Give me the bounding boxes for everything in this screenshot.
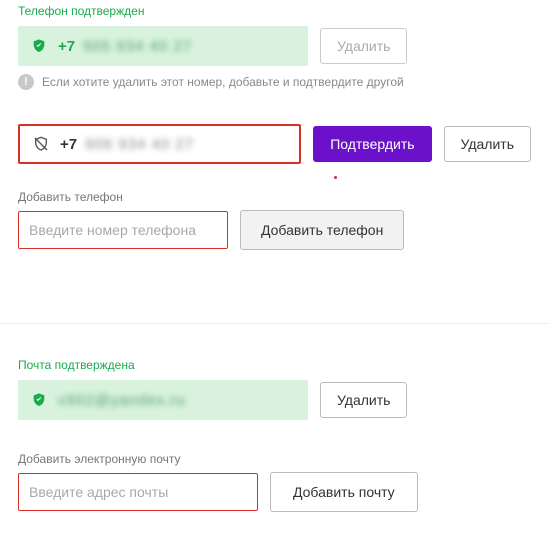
- shield-off-icon: [32, 135, 50, 153]
- email-confirmed-row: v902@yandex.ru Удалить: [18, 380, 531, 420]
- email-section: Почта подтверждена v902@yandex.ru Удалит…: [0, 354, 549, 540]
- phone-section: Телефон подтвержден +7 905 934 40 27 Уда…: [0, 0, 549, 278]
- phone-confirmed-status: Телефон подтвержден: [18, 4, 531, 18]
- add-phone-button[interactable]: Добавить телефон: [240, 210, 404, 250]
- shield-check-icon: [30, 37, 48, 55]
- shield-check-icon: [30, 391, 48, 409]
- phone-unconfirmed-row: +7 906 934 40 27 Подтвердить Удалить: [18, 124, 531, 164]
- hint-text: Если хотите удалить этот номер, добавьте…: [42, 75, 404, 89]
- email-masked: v902@yandex.ru: [58, 392, 186, 409]
- email-confirmed-status: Почта подтверждена: [18, 358, 531, 372]
- phone-prefix: +7: [60, 136, 77, 153]
- add-email-label: Добавить электронную почту: [18, 452, 531, 466]
- add-phone-row: Добавить телефон: [18, 210, 531, 250]
- add-email-input[interactable]: [18, 473, 258, 511]
- delete-email-button[interactable]: Удалить: [320, 382, 407, 418]
- phone-unconfirmed-chip: +7 906 934 40 27: [18, 124, 301, 164]
- info-icon: !: [18, 74, 34, 90]
- add-email-button[interactable]: Добавить почту: [270, 472, 418, 512]
- add-phone-label: Добавить телефон: [18, 190, 531, 204]
- section-divider: [0, 323, 549, 324]
- delete-phone-hint: ! Если хотите удалить этот номер, добавь…: [18, 74, 531, 90]
- phone-confirmed-chip: +7 905 934 40 27: [18, 26, 308, 66]
- email-confirmed-chip: v902@yandex.ru: [18, 380, 308, 420]
- phone-masked: 906 934 40 27: [85, 136, 194, 153]
- confirm-phone-button[interactable]: Подтвердить: [313, 126, 431, 162]
- phone-confirmed-row: +7 905 934 40 27 Удалить: [18, 26, 531, 66]
- delete-confirmed-phone-button: Удалить: [320, 28, 407, 64]
- add-phone-input[interactable]: [18, 211, 228, 249]
- delete-unconfirmed-phone-button[interactable]: Удалить: [444, 126, 531, 162]
- add-email-row: Добавить почту: [18, 472, 531, 512]
- phone-prefix: +7: [58, 38, 75, 55]
- error-dot-icon: [334, 176, 337, 179]
- phone-masked: 905 934 40 27: [83, 38, 192, 55]
